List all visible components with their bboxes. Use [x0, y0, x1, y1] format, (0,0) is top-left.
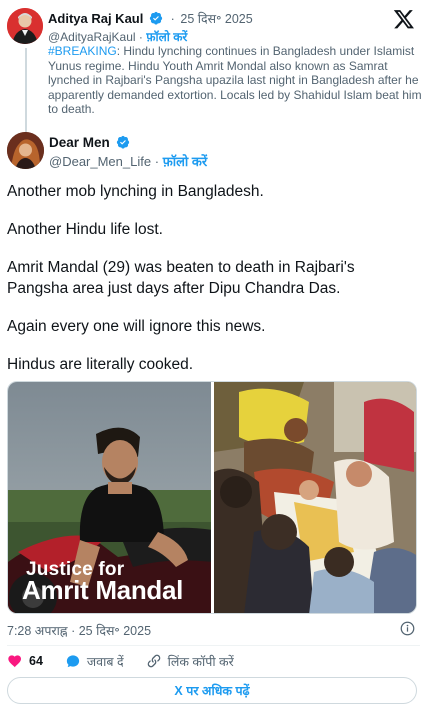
- quoted-author-avatar[interactable]: [7, 8, 43, 44]
- main-handle-separator: ·: [154, 154, 160, 169]
- link-icon: [147, 654, 160, 668]
- verified-badge-icon: [116, 135, 129, 149]
- quoted-handle-separator: ·: [138, 30, 143, 44]
- read-more-on-x-button[interactable]: X पर अधिक पढ़ें: [7, 677, 417, 704]
- quoted-tweet-header: Aditya Raj Kaul · 25 दिस॰ 2025: [48, 10, 253, 27]
- quoted-follow-button[interactable]: फ़ॉलो करें: [146, 30, 187, 44]
- tweet-paragraph: Hindus are literally cooked.: [7, 356, 194, 373]
- verified-badge-icon: [149, 11, 163, 25]
- heart-icon: [8, 655, 21, 668]
- copy-link-label: लिंक कॉपी करें: [167, 654, 234, 669]
- quoted-separator: ·: [170, 12, 175, 26]
- media-photo-portrait[interactable]: Justice for Amrit Mandal: [8, 382, 211, 613]
- tweet-media[interactable]: Justice for Amrit Mandal: [7, 381, 417, 614]
- tweet-time: 7:28 अपराह्न: [7, 624, 68, 638]
- tweet-paragraph: Amrit Mandal (29) was beaten to death in…: [7, 259, 355, 297]
- tweet-timestamp[interactable]: 7:28 अपराह्न · 25 दिस॰ 2025: [7, 622, 151, 639]
- tweet-paragraph: Another Hindu life lost.: [7, 221, 163, 238]
- tweet-date: 25 दिस॰ 2025: [78, 624, 152, 638]
- main-author-handle[interactable]: @Dear_Men_Life: [49, 154, 151, 169]
- quoted-tweet-text: #BREAKING: Hindu lynching continues in B…: [48, 44, 427, 117]
- copy-link-button[interactable]: लिंक कॉपी करें: [146, 653, 234, 670]
- main-tweet-text: Another mob lynching in Bangladesh. Anot…: [7, 181, 417, 392]
- media-caption-line2: Amrit Mandal: [22, 575, 184, 605]
- main-author-name[interactable]: Dear Men: [49, 135, 110, 150]
- main-handle-row: @Dear_Men_Life · फ़ॉलो करें: [49, 152, 207, 170]
- read-more-label: X पर अधिक पढ़ें: [174, 684, 250, 698]
- divider: [7, 645, 420, 646]
- main-follow-button[interactable]: फ़ॉलो करें: [163, 154, 207, 169]
- info-icon[interactable]: [400, 621, 415, 636]
- quoted-timestamp[interactable]: 25 दिस॰ 2025: [180, 12, 252, 26]
- tweet-paragraph: Another mob lynching in Bangladesh.: [7, 183, 264, 200]
- timestamp-separator: ·: [71, 624, 76, 638]
- breaking-hashtag[interactable]: #BREAKING: [48, 44, 117, 58]
- reply-icon: [66, 655, 80, 668]
- main-author-name-row: Dear Men: [49, 135, 130, 150]
- thread-connector-line: [25, 48, 27, 138]
- main-author-avatar[interactable]: [7, 132, 44, 169]
- quoted-author-handle[interactable]: @AdityaRajKaul: [48, 30, 136, 44]
- reply-label: जवाब दें: [86, 654, 124, 669]
- media-photo-crowd[interactable]: [213, 382, 416, 613]
- tweet-paragraph: Again every one will ignore this news.: [7, 318, 266, 335]
- quoted-handle-row: @AdityaRajKaul · फ़ॉलो करें: [48, 28, 187, 45]
- reply-button[interactable]: जवाब दें: [65, 653, 124, 670]
- quoted-author-name[interactable]: Aditya Raj Kaul: [48, 11, 143, 26]
- tweet-actions: 64 जवाब दें लिंक कॉपी करें: [7, 652, 256, 670]
- like-button[interactable]: 64: [7, 653, 43, 669]
- x-logo-icon[interactable]: [393, 8, 415, 30]
- like-count: 64: [29, 654, 43, 668]
